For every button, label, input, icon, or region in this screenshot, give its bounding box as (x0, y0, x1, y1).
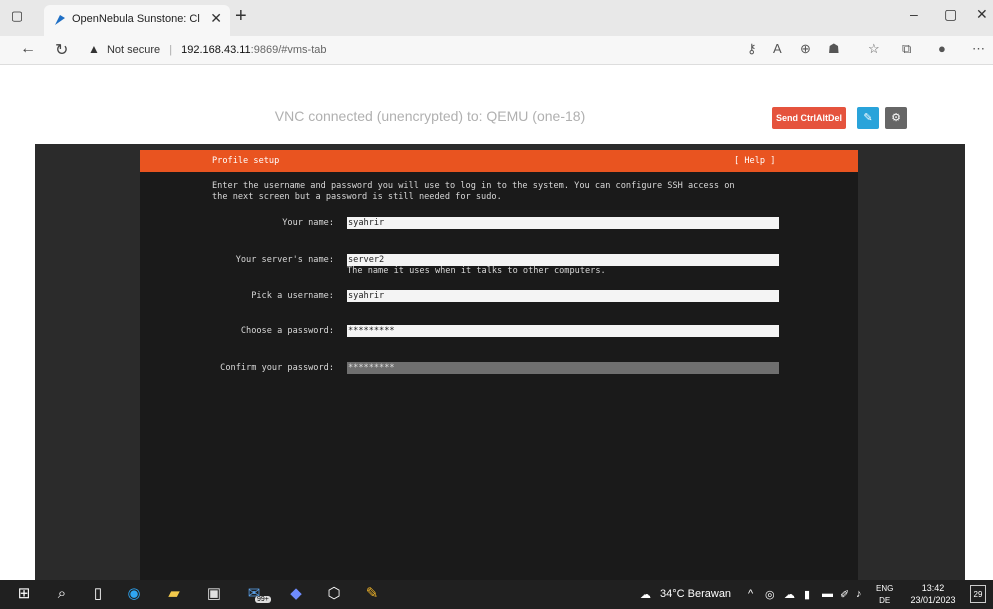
taskbar: ⊞ ⌕ ▯ ◉ ▰ ▣ ✉ 99+ ◆ ⬡ ✎ ☁ 34°C Berawan ^… (0, 580, 993, 609)
your-name-label: Your name: (282, 218, 334, 228)
more-icon[interactable]: ⋯ (972, 41, 985, 57)
language-bottom: DE (879, 596, 891, 605)
clock-date: 23/01/2023 (910, 595, 956, 605)
address-bar[interactable]: ▲ Not secure | 192.168.43.11:9869/#vms-t… (88, 39, 728, 59)
zoom-icon[interactable]: ⊕ (800, 41, 811, 57)
security-label: Not secure (106, 44, 161, 56)
file-explorer-icon[interactable]: ▰ (164, 584, 184, 604)
key-icon[interactable]: ⚷ (747, 41, 757, 57)
username-label: Pick a username: (251, 291, 334, 301)
profile-title: Profile setup (212, 156, 280, 166)
your-name-field[interactable]: syahrir (347, 217, 779, 229)
intro-line-1: Enter the username and password you will… (212, 181, 735, 191)
warning-icon: ▲ (88, 42, 100, 56)
network-icon[interactable]: ▬ (822, 588, 833, 600)
server-name-label: Your server's name: (235, 255, 334, 265)
clock-time: 13:42 (921, 583, 945, 593)
browser-titlebar: ▢ OpenNebula Sunstone: Cloud O ✕ + – ▢ ✕ (0, 0, 993, 36)
collections-icon[interactable]: ⧉ (902, 41, 911, 57)
onedrive-icon[interactable]: ☁ (784, 588, 795, 601)
opennebula-favicon-icon (55, 15, 65, 25)
tray-chevron-icon[interactable]: ^ (748, 588, 753, 600)
search-icon[interactable]: ⌕ (52, 584, 72, 604)
intro-line-2: the next screen but a password is still … (212, 192, 502, 202)
back-icon[interactable]: ← (20, 40, 36, 58)
profile-header: Profile setup [ Help ] (140, 150, 858, 172)
edge-icon[interactable]: ◉ (124, 584, 144, 604)
battery-icon[interactable]: ▮ (804, 588, 810, 601)
address-divider: | (169, 44, 173, 56)
close-window-icon[interactable]: ✕ (976, 6, 988, 23)
virtualbox-icon[interactable]: ⬡ (324, 584, 344, 604)
paint-icon[interactable]: ✎ (362, 584, 382, 604)
task-view-icon[interactable]: ▯ (88, 584, 108, 604)
maximize-icon[interactable]: ▢ (944, 6, 957, 23)
weather-text[interactable]: 34°C Berawan (660, 588, 731, 600)
notification-icon[interactable]: 29 (970, 585, 986, 603)
minimize-icon[interactable]: – (910, 6, 918, 22)
settings-icon[interactable]: ⚙ (885, 107, 907, 129)
username-field[interactable]: syahrir (347, 290, 779, 302)
refresh-icon[interactable]: ↻ (55, 40, 68, 60)
weather-icon[interactable]: ☁ (640, 588, 651, 601)
url-path: :9869/#vms-tab (250, 44, 327, 56)
installer-screen[interactable]: Profile setup [ Help ] Enter the usernam… (140, 150, 858, 580)
intro-text: Enter the username and password you will… (212, 181, 812, 203)
confirm-password-field[interactable]: ********* (347, 362, 779, 374)
pen-icon[interactable]: ✐ (840, 588, 849, 601)
browser-tab[interactable]: OpenNebula Sunstone: Cloud O ✕ (44, 5, 230, 36)
tray-app-icon[interactable]: ◎ (765, 588, 775, 601)
vnc-status: VNC connected (unencrypted) to: QEMU (on… (274, 108, 586, 124)
server-name-field[interactable]: server2 (347, 254, 779, 266)
new-tab-icon[interactable]: + (235, 5, 247, 28)
password-field[interactable]: ********* (347, 325, 779, 337)
close-tab-icon[interactable]: ✕ (210, 10, 222, 27)
language-top: ENG (876, 584, 894, 593)
volume-icon[interactable]: ♪ (856, 588, 862, 600)
password-label: Choose a password: (240, 326, 334, 336)
edit-icon[interactable]: ✎ (857, 107, 879, 129)
window-menu-icon[interactable]: ▢ (10, 9, 24, 23)
tracking-icon[interactable]: ☗ (828, 41, 840, 57)
browser-navbar: ← ↻ ▲ Not secure | 192.168.43.11:9869/#v… (0, 36, 993, 65)
language-indicator[interactable]: ENG DE (876, 583, 893, 607)
send-ctrl-alt-del-button[interactable]: Send CtrlAltDel (772, 107, 846, 129)
profile-icon[interactable]: ● (938, 41, 946, 56)
app-icon[interactable]: ◆ (286, 584, 306, 604)
help-link[interactable]: [ Help ] (734, 156, 775, 166)
start-icon[interactable]: ⊞ (14, 584, 34, 604)
store-icon[interactable]: ▣ (204, 584, 224, 604)
favorites-icon[interactable]: ☆ (868, 41, 880, 57)
server-name-hint: The name it uses when it talks to other … (347, 266, 606, 276)
mail-badge: 99+ (255, 596, 271, 603)
notification-count: 29 (973, 590, 983, 599)
tab-title: OpenNebula Sunstone: Cloud O (72, 13, 200, 25)
clock[interactable]: 13:42 23/01/2023 (902, 582, 964, 606)
confirm-password-label: Confirm your password: (220, 363, 334, 373)
read-aloud-icon[interactable]: A (773, 41, 782, 56)
url-host: 192.168.43.11 (181, 44, 251, 56)
